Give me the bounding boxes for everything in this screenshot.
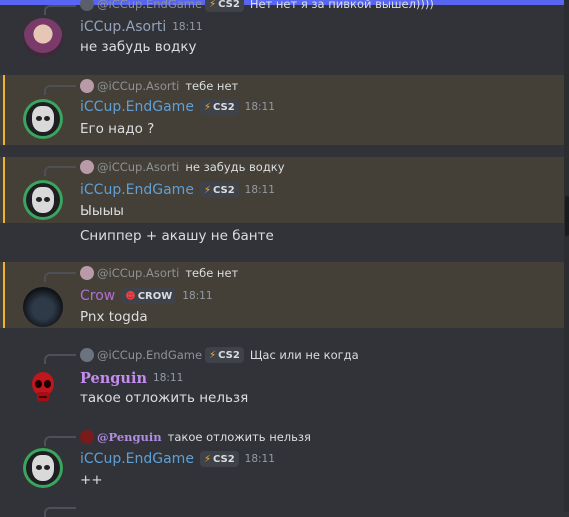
username[interactable]: iCCup.EndGame: [80, 99, 194, 115]
role-tag: ☻ CROW: [121, 288, 177, 304]
message-header: Penguin 18:11: [80, 368, 183, 388]
mini-avatar: [80, 0, 94, 11]
reply-text: такое отложить нельзя: [167, 430, 311, 444]
reply-spine-icon: [44, 354, 76, 364]
avatar[interactable]: [23, 99, 63, 139]
message-header: iCCup.Asorti 18:11: [80, 17, 203, 37]
message-text: Сниппер + акашу не банте: [80, 228, 274, 244]
bolt-icon: ⚡: [209, 0, 217, 10]
reply-text: Щас или не когда: [249, 348, 359, 362]
game-tag: ⚡ CS2: [199, 451, 239, 467]
mini-avatar: [80, 79, 94, 93]
reply-preview[interactable]: @iCCup.EndGame ⚡ CS2 Нет нет я за пивкой …: [80, 0, 434, 12]
reply-preview[interactable]: @iCCup.EndGame ⚡ CS2 Щас или не когда: [80, 347, 359, 363]
reply-author[interactable]: @iCCup.EndGame: [97, 0, 202, 11]
crow-tag-icon: ☻: [125, 290, 136, 302]
message-crow: @iCCup.Asorti тебе нет Crow ☻ CROW 18:11 …: [0, 262, 564, 328]
skull-icon: [32, 372, 54, 401]
timestamp[interactable]: 18:11: [245, 453, 275, 465]
scrollbar[interactable]: [564, 0, 569, 512]
mini-avatar: [80, 266, 94, 280]
reply-author[interactable]: @iCCup.Asorti: [97, 160, 179, 174]
message-text: Его надо ?: [80, 121, 155, 137]
avatar[interactable]: [23, 287, 63, 327]
message-asorti: @iCCup.EndGame ⚡ CS2 Нет нет я за пивкой …: [0, 0, 564, 72]
message-text: Ыыыы: [80, 203, 124, 219]
timestamp[interactable]: 18:11: [245, 184, 275, 196]
reply-preview[interactable]: @iCCup.Asorti тебе нет: [80, 265, 238, 281]
username[interactable]: Penguin: [80, 370, 147, 387]
avatar[interactable]: [23, 180, 63, 220]
reply-spine-icon: [44, 272, 76, 282]
mini-avatar: [80, 160, 94, 174]
message-header: iCCup.EndGame ⚡ CS2 18:11: [80, 180, 275, 200]
avatar[interactable]: [23, 366, 63, 406]
reply-text: Нет нет я за пивкой вышел)))): [249, 0, 434, 11]
message-text: не забудь водку: [80, 39, 197, 55]
message-text: такое отложить нельзя: [80, 390, 249, 406]
message-endgame-1: @iCCup.Asorti тебе нет iCCup.EndGame ⚡ CS…: [0, 75, 564, 145]
reply-spine-icon: [44, 166, 76, 176]
game-tag: ⚡ CS2: [205, 0, 244, 12]
username[interactable]: iCCup.EndGame: [80, 182, 194, 198]
timestamp[interactable]: 18:11: [153, 372, 183, 384]
reply-author[interactable]: @iCCup.Asorti: [97, 266, 179, 280]
reply-author[interactable]: @iCCup.EndGame: [97, 348, 202, 362]
avatar[interactable]: [23, 448, 63, 488]
reply-text: тебе нет: [185, 266, 239, 280]
message-endgame-3: @Penguin такое отложить нельзя iCCup.End…: [0, 426, 564, 496]
bolt-icon: ⚡: [203, 184, 211, 196]
reply-spine-icon: [44, 436, 76, 446]
reply-spine-icon: [44, 507, 76, 517]
reply-preview[interactable]: @iCCup.Asorti не забудь водку: [80, 159, 285, 175]
reply-spine-icon: [44, 5, 76, 15]
reply-text: не забудь водку: [185, 160, 285, 174]
reply-author[interactable]: @iCCup.Asorti: [97, 79, 179, 93]
message-endgame-2: @iCCup.Asorti не забудь водку iCCup.EndG…: [0, 157, 564, 223]
message-header: iCCup.EndGame ⚡ CS2 18:11: [80, 449, 275, 469]
reply-text: тебе нет: [185, 79, 239, 93]
bolt-icon: ⚡: [203, 453, 211, 465]
message-header: Crow ☻ CROW 18:11: [80, 286, 213, 306]
avatar[interactable]: [23, 18, 63, 58]
bolt-icon: ⚡: [209, 349, 217, 361]
timestamp[interactable]: 18:11: [182, 290, 212, 302]
game-tag: ⚡ CS2: [199, 182, 239, 198]
message-penguin: @iCCup.EndGame ⚡ CS2 Щас или не когда Pen…: [0, 344, 564, 414]
username[interactable]: iCCup.EndGame: [80, 451, 194, 467]
message-header: iCCup.EndGame ⚡ CS2 18:11: [80, 97, 275, 117]
game-tag: ⚡ CS2: [205, 347, 244, 363]
mini-avatar: [80, 430, 94, 444]
mini-avatar: [80, 348, 94, 362]
scrollbar-thumb[interactable]: [565, 196, 569, 236]
reply-preview[interactable]: @iCCup.Asorti тебе нет: [80, 78, 238, 94]
timestamp[interactable]: 18:11: [245, 101, 275, 113]
bolt-icon: ⚡: [203, 101, 211, 113]
reply-author[interactable]: @Penguin: [97, 430, 162, 444]
reply-preview[interactable]: @Penguin такое отложить нельзя: [80, 429, 311, 445]
message-text: Pnx togda: [80, 309, 148, 325]
reply-spine-icon: [44, 85, 76, 95]
game-tag: ⚡ CS2: [199, 99, 239, 115]
username[interactable]: Crow: [80, 288, 115, 304]
message-text: ++: [80, 472, 103, 488]
timestamp[interactable]: 18:11: [172, 21, 202, 33]
username[interactable]: iCCup.Asorti: [80, 19, 166, 35]
